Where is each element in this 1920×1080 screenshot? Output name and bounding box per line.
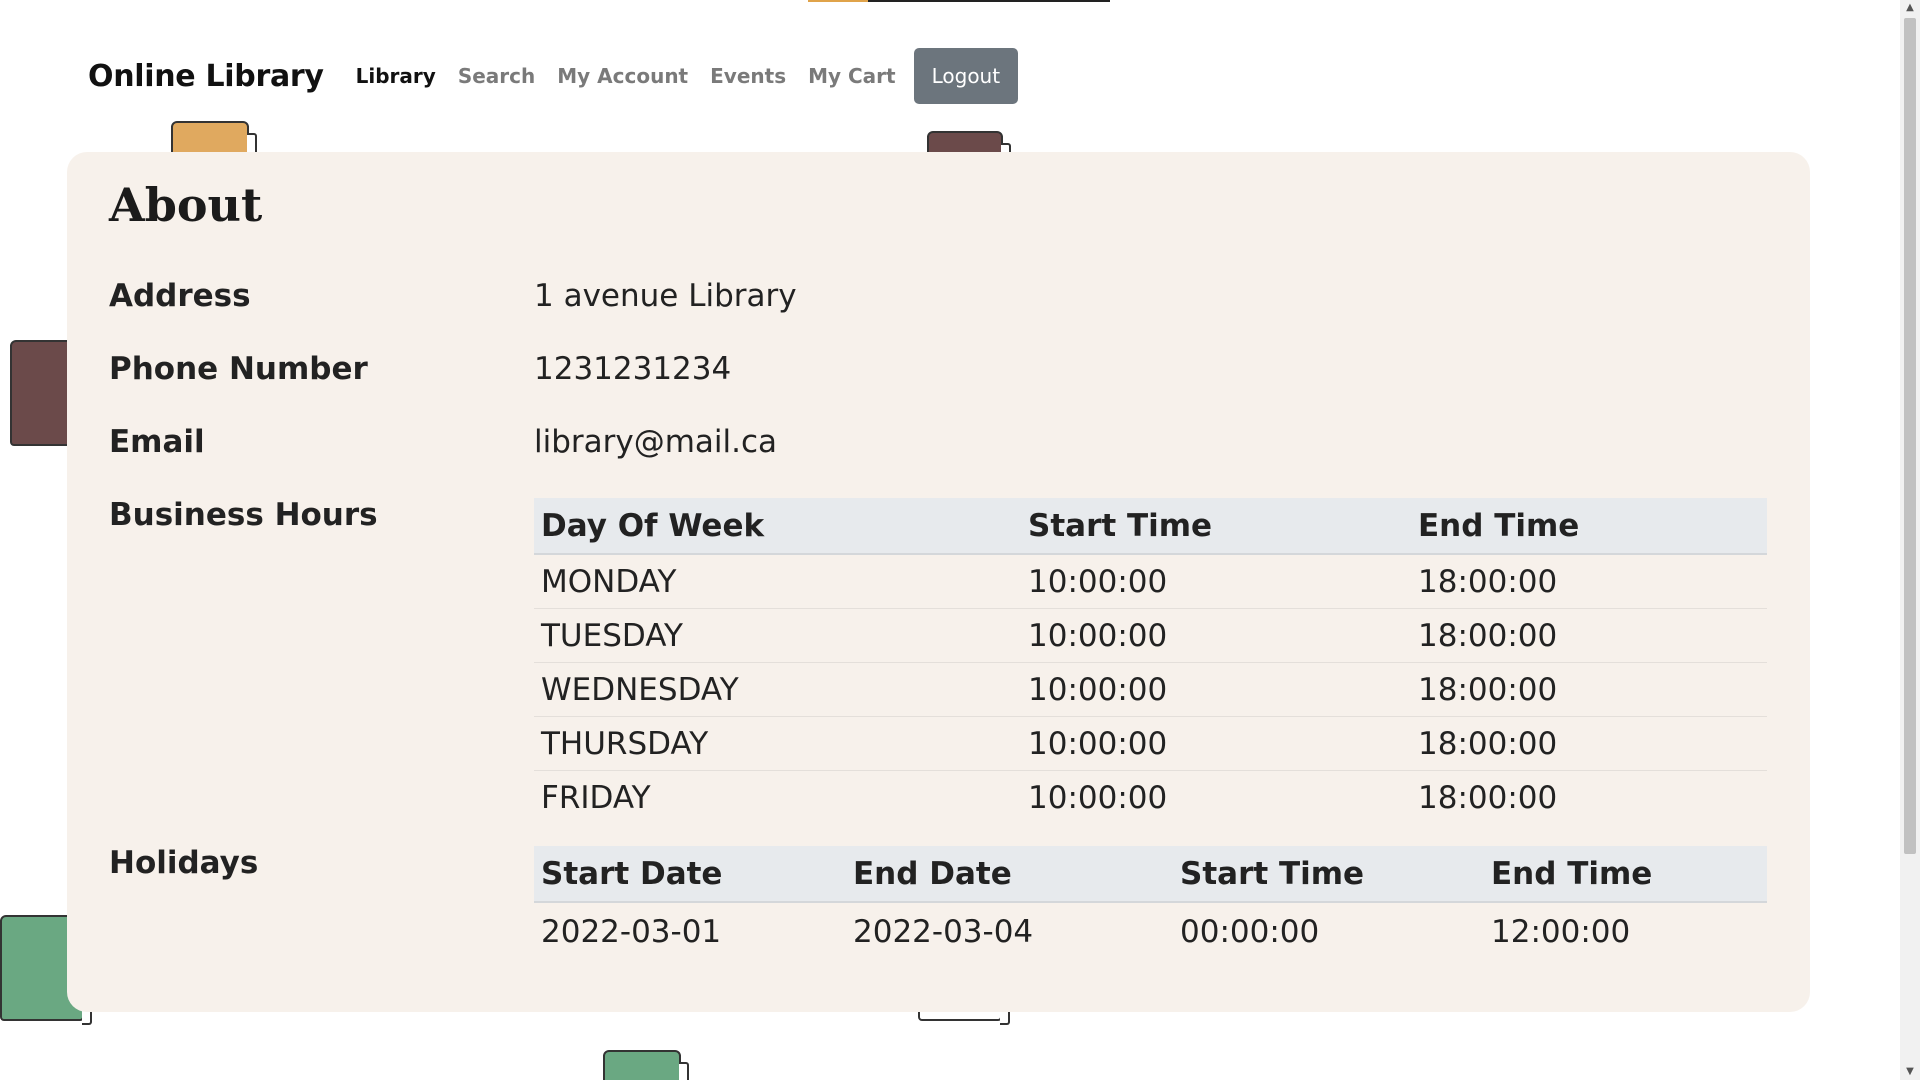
address-label: Address xyxy=(109,278,251,314)
table-row: FRIDAY 10:00:00 18:00:00 xyxy=(534,771,1767,825)
table-row: 2022-03-01 2022-03-04 00:00:00 12:00:00 xyxy=(534,902,1767,961)
column-header: End Date xyxy=(846,846,1173,903)
scroll-up-icon[interactable]: ▲ xyxy=(1900,0,1920,16)
end-time-cell: 12:00:00 xyxy=(1491,914,1631,950)
address-value: 1 avenue Library xyxy=(534,278,797,314)
holidays-table: Start Date End Date Start Time End Time … xyxy=(534,846,1767,961)
day-cell: WEDNESDAY xyxy=(534,662,1021,717)
phone-label: Phone Number xyxy=(109,351,368,387)
table-header-row: Day Of Week Start Time End Time xyxy=(534,498,1767,555)
column-header: Start Time xyxy=(1173,846,1484,903)
start-time-cell: 10:00:00 xyxy=(1021,554,1411,609)
column-header: Start Date xyxy=(534,846,846,903)
brand-logo[interactable]: Online Library xyxy=(88,59,324,94)
scroll-down-icon[interactable]: ▼ xyxy=(1900,1064,1920,1080)
end-time-cell: 18:00:00 xyxy=(1411,608,1767,663)
column-header: Day Of Week xyxy=(534,498,1021,555)
table-row: THURSDAY 10:00:00 18:00:00 xyxy=(534,716,1767,771)
start-time-cell: 10:00:00 xyxy=(1021,662,1411,717)
page: Online Library Library Search My Account… xyxy=(0,0,1920,1080)
start-time-cell: 10:00:00 xyxy=(1021,716,1411,771)
scrollbar[interactable]: ▲ ▼ xyxy=(1900,0,1920,1080)
start-time-cell: 00:00:00 xyxy=(1180,914,1320,950)
nav-events[interactable]: Events xyxy=(710,64,786,88)
navbar: Online Library Library Search My Account… xyxy=(88,48,1019,104)
book-icon xyxy=(603,1050,689,1080)
day-cell: TUESDAY xyxy=(534,608,1021,663)
day-cell: THURSDAY xyxy=(534,716,1021,771)
holidays-label: Holidays xyxy=(109,845,259,881)
start-time-cell: 10:00:00 xyxy=(1021,608,1411,663)
nav-my-account[interactable]: My Account xyxy=(557,64,688,88)
day-cell: MONDAY xyxy=(534,554,1021,609)
end-time-cell: 18:00:00 xyxy=(1411,716,1767,771)
business-hours-table: Day Of Week Start Time End Time MONDAY 1… xyxy=(534,498,1767,824)
phone-value: 1231231234 xyxy=(534,351,732,387)
scroll-thumb[interactable] xyxy=(1904,18,1916,854)
column-header: Start Time xyxy=(1021,498,1411,555)
business-hours-label: Business Hours xyxy=(109,497,378,533)
table-row: TUESDAY 10:00:00 18:00:00 xyxy=(534,608,1767,663)
table-header-row: Start Date End Date Start Time End Time xyxy=(534,846,1767,903)
end-time-cell: 18:00:00 xyxy=(1411,662,1767,717)
column-header: End Time xyxy=(1411,498,1767,555)
table-row: WEDNESDAY 10:00:00 18:00:00 xyxy=(534,662,1767,717)
table-row: MONDAY 10:00:00 18:00:00 xyxy=(534,554,1767,609)
page-title: About xyxy=(109,178,263,232)
nav-my-cart[interactable]: My Cart xyxy=(808,64,896,88)
end-time-cell: 18:00:00 xyxy=(1411,554,1767,609)
top-bar-accent xyxy=(808,0,868,2)
nav-library[interactable]: Library xyxy=(356,64,436,88)
day-cell: FRIDAY xyxy=(541,779,651,816)
end-time-cell: 18:00:00 xyxy=(1418,779,1558,816)
about-card: About Address 1 avenue Library Phone Num… xyxy=(67,152,1810,1012)
end-date-cell: 2022-03-04 xyxy=(853,914,1034,950)
start-time-cell: 10:00:00 xyxy=(1028,779,1168,816)
column-header: End Time xyxy=(1484,846,1767,903)
email-value: library@mail.ca xyxy=(534,424,778,460)
nav-search[interactable]: Search xyxy=(458,64,535,88)
start-date-cell: 2022-03-01 xyxy=(541,914,722,950)
email-label: Email xyxy=(109,424,205,460)
logout-button[interactable]: Logout xyxy=(913,48,1019,104)
